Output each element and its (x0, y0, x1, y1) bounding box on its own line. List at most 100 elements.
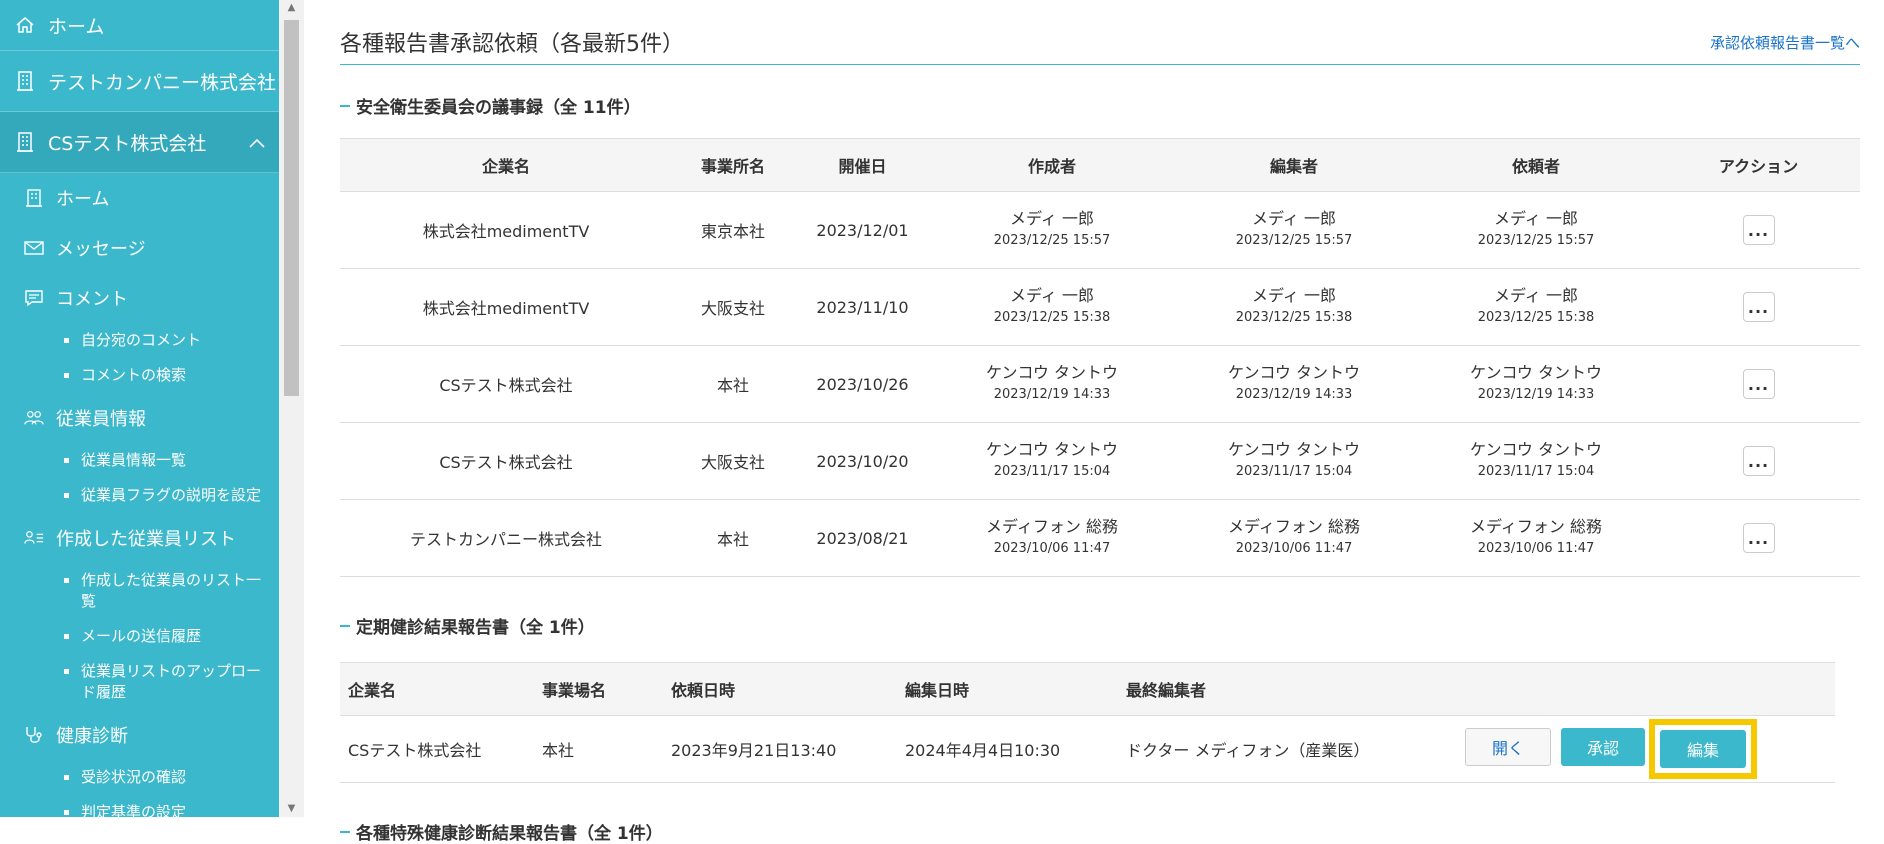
scrollbar-thumb[interactable] (284, 20, 299, 396)
sidebar-item-health[interactable]: 健康診断 (0, 710, 279, 760)
table-row: CSテスト株式会社 本社 2023年9月21日13:40 2024年4月4日10… (340, 715, 1835, 783)
sidebar-sub-comment-mine[interactable]: 自分宛のコメント (0, 323, 279, 358)
section-special-title-text: 各種特殊健康診断結果報告書（全 1件） (356, 824, 663, 844)
creator-time: 2023/11/17 15:04 (993, 464, 1111, 479)
more-actions-button[interactable]: ... (1742, 369, 1775, 399)
minutes-table-body: 株式会社medimentTV 東京本社 2023/12/01 メディ 一郎 2023/1… (340, 191, 1860, 577)
scroll-down-arrow-icon[interactable]: ▼ (279, 801, 304, 817)
creator-time: 2023/12/25 15:38 (993, 310, 1111, 325)
column-header: 作成者 (931, 138, 1173, 192)
cell-office: 大阪支社 (672, 422, 794, 500)
chevron-up-icon[interactable] (249, 131, 265, 153)
cell-last-editor: ドクター メディフォン（産業医） (1118, 715, 1457, 783)
sidebar-sub-label: 受診状況の確認 (81, 768, 187, 786)
more-actions-button[interactable]: ... (1742, 292, 1775, 322)
sidebar-home-top[interactable]: ホーム (0, 0, 279, 51)
requester-time: 2023/12/25 15:57 (1477, 233, 1595, 248)
cell-company: CSテスト株式会社 (340, 422, 672, 500)
cell-editor: メディフォン 総務 2023/10/06 11:47 (1173, 499, 1415, 577)
column-header: 編集日時 (897, 662, 1118, 716)
cell-date: 2023/10/26 (794, 345, 931, 423)
section-minutes-title: 安全衛生委員会の議事録（全 11件） (340, 93, 1860, 118)
more-actions-button[interactable]: ... (1742, 523, 1775, 553)
sidebar-item-created-list[interactable]: 作成した従業員リスト (0, 513, 279, 563)
bullet-icon (64, 493, 69, 498)
more-actions-button[interactable]: ... (1742, 215, 1775, 245)
cell-editor: メディ 一郎 2023/12/25 15:38 (1173, 268, 1415, 346)
cell-action: ... (1657, 268, 1860, 346)
cell-requester: メディ 一郎 2023/12/25 15:57 (1415, 191, 1657, 269)
sidebar-sub-label: メールの送信履歴 (81, 627, 202, 645)
editor-time: 2023/11/17 15:04 (1235, 464, 1353, 479)
creator-time: 2023/10/06 11:47 (993, 541, 1111, 556)
sidebar-company-cs[interactable]: CSテスト株式会社 (0, 112, 279, 173)
bullet-icon (64, 634, 69, 639)
mail-icon (24, 238, 44, 258)
sidebar-sub-created-list-index[interactable]: 作成した従業員のリスト一覧 (0, 563, 279, 619)
cell-creator: メディ 一郎 2023/12/25 15:57 (931, 191, 1173, 269)
cell-company: CSテスト株式会社 (340, 715, 534, 783)
sidebar-sub-employee-list[interactable]: 従業員情報一覧 (0, 443, 279, 478)
creator-name: メディ 一郎 (1010, 286, 1094, 305)
bullet-icon (64, 373, 69, 378)
requester-name: ケンコウ タントウ (1470, 363, 1602, 382)
table-row: テストカンパニー株式会社 本社 2023/08/21 メディフォン 総務 2023/10… (340, 499, 1860, 577)
person-list-icon (24, 528, 44, 548)
editor-time: 2023/12/19 14:33 (1235, 387, 1353, 402)
section-checkup-title-text: 定期健診結果報告書（全 1件） (356, 618, 595, 638)
sidebar-sub-comment-search[interactable]: コメントの検索 (0, 358, 279, 393)
sidebar-scrollbar[interactable]: ▲ ▼ (279, 0, 304, 817)
column-header: 編集者 (1173, 138, 1415, 192)
section-minutes-title-text: 安全衛生委員会の議事録（全 11件） (356, 98, 641, 118)
bullet-icon (64, 578, 69, 583)
editor-name: メディ 一郎 (1252, 286, 1336, 305)
table-row: CSテスト株式会社 大阪支社 2023/10/20 ケンコウ タントウ 2023/11/… (340, 422, 1860, 500)
sidebar-company-test[interactable]: テストカンパニー株式会社 (0, 51, 279, 112)
cell-office: 本社 (672, 499, 794, 577)
creator-name: ケンコウ タントウ (986, 363, 1118, 382)
cell-office: 本社 (534, 715, 663, 783)
requester-name: メディフォン 総務 (1470, 517, 1602, 536)
approve-button[interactable]: 承認 (1561, 727, 1645, 766)
page-header: 各種報告書承認依頼（各最新5件） 承認依頼報告書一覧へ (340, 0, 1860, 65)
cell-date: 2023/12/01 (794, 191, 931, 269)
table-header-row: 企業名 事業所名 開催日 作成者 編集者 依頼者 アクション (340, 138, 1860, 192)
sidebar-item-comment[interactable]: コメント (0, 273, 279, 323)
creator-name: メディ 一郎 (1010, 209, 1094, 228)
column-header: 依頼日時 (663, 662, 897, 716)
creator-time: 2023/12/25 15:57 (993, 233, 1111, 248)
building-icon (14, 70, 36, 92)
sidebar-home-top-label: ホーム (48, 15, 105, 38)
approval-list-link[interactable]: 承認依頼報告書一覧へ (1710, 32, 1860, 53)
sidebar-sub-label: 従業員フラグの説明を設定 (81, 486, 262, 504)
cell-requester: メディフォン 総務 2023/10/06 11:47 (1415, 499, 1657, 577)
editor-name: ケンコウ タントウ (1228, 440, 1360, 459)
sidebar-item-employee[interactable]: 従業員情報 (0, 393, 279, 443)
column-header: 依頼者 (1415, 138, 1657, 192)
cell-editor: メディ 一郎 2023/12/25 15:57 (1173, 191, 1415, 269)
scroll-up-arrow-icon[interactable]: ▲ (279, 0, 304, 16)
sidebar-item-message[interactable]: メッセージ (0, 223, 279, 273)
sidebar-sub-exam-status[interactable]: 受診状況の確認 (0, 760, 279, 795)
cell-editor: ケンコウ タントウ 2023/12/19 14:33 (1173, 345, 1415, 423)
sidebar-sub-criteria[interactable]: 判定基準の設定 (0, 795, 279, 817)
sidebar-sub-upload-history[interactable]: 従業員リストのアップロード履歴 (0, 654, 279, 710)
cell-creator: ケンコウ タントウ 2023/11/17 15:04 (931, 422, 1173, 500)
column-header: 事業場名 (534, 662, 663, 716)
table-row: CSテスト株式会社 本社 2023/10/26 ケンコウ タントウ 2023/12/19… (340, 345, 1860, 423)
edit-button[interactable]: 編集 (1660, 730, 1746, 768)
comment-icon (24, 288, 44, 308)
editor-name: ケンコウ タントウ (1228, 363, 1360, 382)
requester-time: 2023/12/19 14:33 (1477, 387, 1595, 402)
sidebar-item-home[interactable]: ホーム (0, 173, 279, 223)
more-actions-button[interactable]: ... (1742, 446, 1775, 476)
cell-creator: メディフォン 総務 2023/10/06 11:47 (931, 499, 1173, 577)
sidebar-sub-mail-history[interactable]: メールの送信履歴 (0, 619, 279, 654)
sidebar-sub-label: コメントの検索 (81, 366, 187, 384)
bullet-icon (64, 775, 69, 780)
sidebar-sub-employee-flag[interactable]: 従業員フラグの説明を設定 (0, 478, 279, 513)
cell-office: 大阪支社 (672, 268, 794, 346)
column-header-actions (1457, 662, 1835, 716)
column-header: 企業名 (340, 662, 534, 716)
open-button[interactable]: 開く (1465, 727, 1551, 766)
